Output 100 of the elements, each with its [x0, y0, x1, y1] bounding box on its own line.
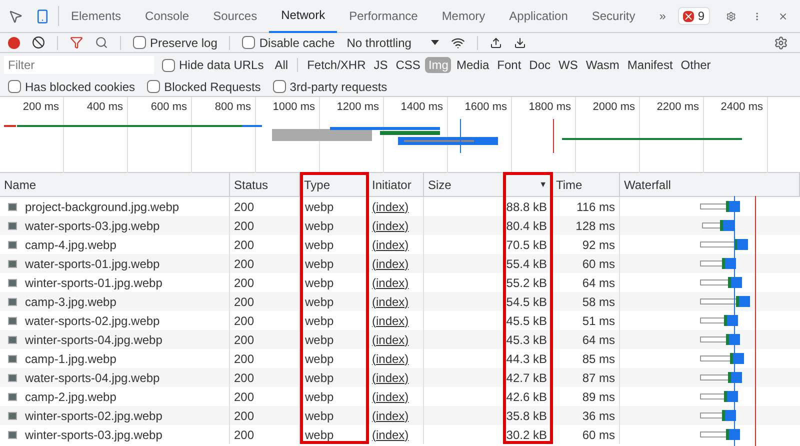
column-header[interactable]: Waterfall [624, 176, 671, 194]
panel-tab[interactable]: Console [133, 0, 202, 32]
initiator-link[interactable]: (index) [372, 350, 409, 368]
initiator-link[interactable]: (index) [372, 198, 409, 216]
record-button[interactable] [8, 36, 20, 48]
initiator-link[interactable]: (index) [372, 426, 409, 444]
table-cell-text: webp [305, 236, 334, 254]
tick-label: 400 ms [86, 100, 123, 115]
table-cell-text: 60 ms [582, 256, 615, 272]
table-cell[interactable]: water-sports-04.jpg.webp [25, 368, 160, 386]
initiator-link[interactable]: (index) [372, 254, 409, 272]
type-filter-button[interactable]: Font [494, 57, 524, 73]
column-header[interactable]: Initiator [372, 176, 412, 194]
panel-tab[interactable]: Performance [337, 0, 430, 32]
caret-icon [431, 40, 440, 45]
filter-icon[interactable] [70, 36, 83, 49]
type-filter-button[interactable]: Other [678, 57, 714, 73]
table-cell-text: 36 ms [582, 408, 615, 424]
image-thumbnail-icon [8, 298, 17, 306]
table-cell[interactable]: water-sports-01.jpg.webp [25, 254, 160, 272]
table-cell[interactable]: water-sports-03.jpg.webp [25, 216, 160, 234]
type-filter-button[interactable]: Media [453, 57, 492, 73]
table-cell-text: 64 ms [582, 274, 615, 292]
settings-icon[interactable] [774, 36, 788, 50]
table-cell[interactable]: camp-3.jpg.webp [25, 292, 116, 310]
column-header[interactable]: Size [428, 176, 452, 194]
table-cell-text: 64 ms [582, 332, 615, 348]
type-filter-button[interactable]: WS [556, 57, 581, 73]
image-thumbnail-icon [8, 430, 17, 438]
type-filter-button[interactable]: Manifest [624, 57, 676, 73]
panel-tab[interactable]: Application [497, 0, 580, 32]
issues-badge[interactable]: 9 [678, 7, 710, 25]
initiator-link[interactable]: (index) [372, 388, 409, 406]
panel-tab[interactable]: Security [580, 0, 648, 32]
table-cell-text: webp [305, 294, 334, 310]
more-tabs-button[interactable]: » [647, 7, 678, 25]
table-cell[interactable]: camp-2.jpg.webp [25, 388, 116, 406]
table-cell[interactable]: camp-4.jpg.webp [25, 236, 116, 254]
checkbox[interactable] [272, 80, 286, 93]
table-cell[interactable]: winter-sports-03.jpg.webp [25, 426, 162, 444]
table-cell-text: webp [305, 312, 334, 330]
inspect-icon[interactable] [8, 8, 23, 24]
network-conditions-icon[interactable] [451, 36, 466, 50]
type-filter-button[interactable]: Doc [526, 57, 554, 73]
upload-icon[interactable] [490, 36, 502, 48]
initiator-link[interactable]: (index) [372, 406, 409, 424]
initiator-link[interactable]: (index) [372, 216, 409, 234]
search-icon[interactable] [95, 36, 108, 49]
column-header[interactable]: Status [234, 176, 268, 194]
panel-tab[interactable]: Sources [201, 0, 270, 32]
initiator-link[interactable]: (index) [372, 292, 409, 310]
checkbox-label: Hide data URLs [179, 57, 264, 74]
checkbox[interactable] [133, 36, 146, 49]
table-cell-text: 89 ms [582, 388, 615, 406]
table-cell-text: 44.3 kB [506, 350, 547, 368]
table-cell-text: 51 ms [582, 312, 615, 330]
checkbox[interactable] [162, 58, 175, 72]
image-thumbnail-icon [8, 392, 17, 400]
type-filter-button[interactable]: CSS [392, 57, 424, 73]
table-cell-text: 42.7 kB [506, 370, 547, 386]
device-toolbar-icon[interactable] [35, 8, 50, 24]
type-filter-button[interactable]: Fetch/XHR [304, 57, 369, 73]
table-cell-text: 128 ms [576, 218, 615, 234]
table-cell[interactable]: winter-sports-04.jpg.webp [25, 330, 162, 348]
panel-tab[interactable]: Memory [430, 0, 498, 32]
initiator-link[interactable]: (index) [372, 330, 409, 348]
type-filter-button[interactable]: JS [370, 57, 391, 73]
initiator-link[interactable]: (index) [372, 312, 409, 330]
table-cell[interactable]: water-sports-02.jpg.webp [25, 312, 160, 330]
column-header[interactable]: Name [4, 176, 36, 194]
type-filter-button[interactable]: All [272, 57, 292, 73]
table-cell-text: 87 ms [582, 370, 615, 386]
table-cell-text: 45.3 kB [506, 332, 547, 348]
table-cell-text: 35.8 kB [506, 408, 547, 424]
initiator-link[interactable]: (index) [372, 236, 409, 254]
type-filter-button[interactable]: Wasm [582, 57, 622, 73]
download-icon[interactable] [514, 36, 526, 48]
initiator-link[interactable]: (index) [372, 274, 409, 292]
table-cell[interactable]: camp-1.jpg.webp [25, 350, 116, 368]
table-cell-text: webp [305, 370, 334, 386]
table-cell[interactable]: winter-sports-02.jpg.webp [25, 406, 162, 424]
panel-tab[interactable]: Elements [59, 0, 134, 32]
table-cell[interactable]: winter-sports-01.jpg.webp [25, 274, 162, 292]
initiator-link[interactable]: (index) [372, 368, 409, 386]
throttling-dropdown[interactable]: No throttling [346, 34, 440, 52]
column-header[interactable]: Type [304, 176, 330, 194]
clear-icon[interactable] [32, 36, 45, 49]
column-header[interactable]: Time [556, 176, 582, 194]
table-cell[interactable]: project-background.jpg.webp [25, 198, 180, 216]
table-cell-text: 200 [234, 408, 254, 424]
checkbox[interactable] [147, 80, 160, 93]
checkbox-label: Disable cache [259, 34, 335, 52]
table-cell-text: 200 [234, 350, 254, 368]
checkbox-label: Preserve log [150, 34, 218, 52]
filter-field[interactable]: Filter [4, 56, 154, 74]
table-cell-text: 85 ms [582, 350, 615, 368]
table-cell-text: 88.8 kB [506, 198, 547, 216]
table-cell-text: 60 ms [582, 426, 615, 444]
checkbox[interactable] [242, 36, 256, 49]
checkbox[interactable] [8, 80, 21, 93]
